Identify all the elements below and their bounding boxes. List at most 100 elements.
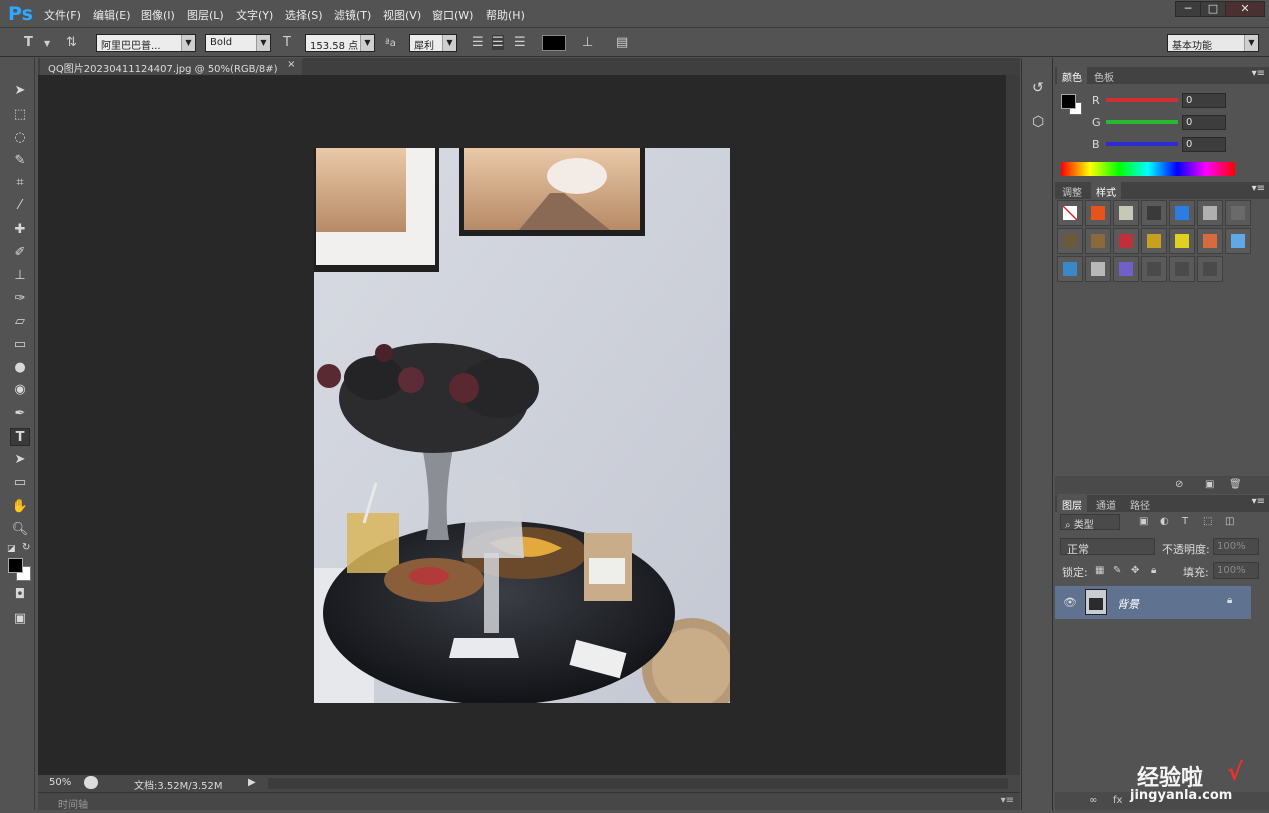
menu-type[interactable]: 文字(Y) <box>236 7 273 23</box>
menu-select[interactable]: 选择(S) <box>285 7 323 23</box>
crop-tool-icon[interactable]: ⌗ <box>10 174 30 192</box>
style-swatch[interactable] <box>1141 228 1167 254</box>
menu-view[interactable]: 视图(V) <box>383 7 421 23</box>
rectangle-tool-icon[interactable]: ▭ <box>10 474 30 492</box>
font-style-select[interactable]: Bold ▼ <box>205 34 271 52</box>
filter-type-icon[interactable]: T <box>1182 516 1188 527</box>
warp-text-icon[interactable]: ⊥ <box>582 35 593 50</box>
opacity-input[interactable]: 100% <box>1213 538 1259 555</box>
layer-row[interactable]: 👁︎ 背景 🔒︎ <box>1055 586 1251 619</box>
filter-smart-icon[interactable]: ◫ <box>1225 516 1234 527</box>
text-tool-preset-icon[interactable]: T <box>24 35 33 50</box>
properties-panel-icon[interactable]: ⬡ <box>1032 114 1044 130</box>
filter-adjust-icon[interactable]: ◐ <box>1160 516 1169 527</box>
text-orientation-icon[interactable]: ⇅ <box>66 35 77 50</box>
filter-pixel-icon[interactable]: ▣ <box>1139 516 1148 527</box>
lock-transparent-icon[interactable]: ▦ <box>1095 565 1104 576</box>
swap-colors-icon[interactable]: ↻ <box>22 542 30 553</box>
horizontal-scrollbar[interactable] <box>268 778 1008 789</box>
style-swatch[interactable] <box>1057 200 1083 226</box>
filter-shape-icon[interactable]: ⬚ <box>1203 516 1212 527</box>
color-spectrum-bar[interactable] <box>1061 162 1235 176</box>
antialias-select[interactable]: 犀利 ▼ <box>409 34 457 52</box>
link-layers-icon[interactable]: ∞ <box>1089 795 1097 806</box>
style-swatch[interactable] <box>1169 228 1195 254</box>
quick-mask-icon[interactable]: ◘ <box>10 586 30 604</box>
style-swatch[interactable] <box>1113 200 1139 226</box>
lock-all-icon[interactable]: 🔒︎ <box>1151 565 1156 576</box>
blend-mode-select[interactable]: 正常 <box>1060 538 1155 556</box>
marquee-tool-icon[interactable]: ⬚ <box>10 106 30 124</box>
timeline-menu-icon[interactable]: ▾≡ <box>1001 795 1014 806</box>
style-swatch[interactable] <box>1225 200 1251 226</box>
delete-style-icon[interactable]: 🗑︎ <box>1229 479 1242 490</box>
maximize-button[interactable]: □ <box>1200 1 1226 17</box>
style-swatch[interactable] <box>1141 256 1167 282</box>
align-left-icon[interactable]: ☰ <box>472 35 484 50</box>
screen-mode-icon[interactable]: ▣ <box>10 610 30 628</box>
lock-position-icon[interactable]: ✥ <box>1131 565 1139 576</box>
minimize-button[interactable]: ─ <box>1175 1 1201 17</box>
clear-style-icon[interactable]: ⊘ <box>1175 479 1183 490</box>
menu-help[interactable]: 帮助(H) <box>486 7 525 23</box>
history-panel-icon[interactable]: ↺ <box>1032 80 1044 96</box>
status-info-icon[interactable] <box>84 776 98 789</box>
healing-brush-tool-icon[interactable]: ✚ <box>10 221 30 239</box>
type-tool-icon[interactable]: T <box>10 428 30 446</box>
layer-name[interactable]: 背景 <box>1117 596 1139 612</box>
path-selection-tool-icon[interactable]: ➤ <box>10 451 30 469</box>
dodge-tool-icon[interactable]: ◉ <box>10 381 30 399</box>
align-right-icon[interactable]: ☰ <box>514 35 526 50</box>
style-swatch[interactable] <box>1085 256 1111 282</box>
brush-tool-icon[interactable]: ✐ <box>10 244 30 262</box>
new-style-icon[interactable]: ▣ <box>1205 479 1214 490</box>
zoom-tool-icon[interactable]: 🔍︎ <box>10 521 30 539</box>
foreground-color-swatch[interactable] <box>8 558 23 573</box>
menu-file[interactable]: 文件(F) <box>44 7 81 23</box>
pen-tool-icon[interactable]: ✒ <box>10 405 30 423</box>
document-tab[interactable]: QQ图片20230411124407.jpg @ 50%(RGB/8#) × <box>40 58 302 75</box>
eyedropper-tool-icon[interactable]: ⁄ <box>10 197 30 215</box>
tab-styles[interactable]: 样式 <box>1091 182 1121 199</box>
panel-menu-icon[interactable]: ▾≡ <box>1252 496 1265 507</box>
eraser-tool-icon[interactable]: ▱ <box>10 313 30 331</box>
text-color-swatch[interactable] <box>542 35 566 51</box>
style-swatch[interactable] <box>1225 228 1251 254</box>
panel-menu-icon[interactable]: ▾≡ <box>1252 183 1265 194</box>
channel-r-slider[interactable] <box>1106 98 1178 102</box>
tab-channels[interactable]: 通道 <box>1091 495 1121 512</box>
canvas-area[interactable] <box>38 75 1006 775</box>
style-swatch[interactable] <box>1197 228 1223 254</box>
font-size-select[interactable]: 153.58 点 ▼ <box>305 34 375 52</box>
lock-image-icon[interactable]: ✎ <box>1113 565 1121 576</box>
blur-tool-icon[interactable]: ● <box>10 359 30 377</box>
stamp-tool-icon[interactable]: ⊥ <box>10 267 30 285</box>
font-family-select[interactable]: 阿里巴巴普... ▼ <box>96 34 196 52</box>
style-swatch[interactable] <box>1169 200 1195 226</box>
visibility-eye-icon[interactable]: 👁︎ <box>1063 596 1077 609</box>
tab-swatches[interactable]: 色板 <box>1089 67 1119 84</box>
style-swatch[interactable] <box>1197 200 1223 226</box>
default-colors-icon[interactable]: ◪ <box>7 544 16 554</box>
style-swatch[interactable] <box>1169 256 1195 282</box>
channel-b-slider[interactable] <box>1106 142 1178 146</box>
style-swatch[interactable] <box>1057 256 1083 282</box>
style-swatch[interactable] <box>1085 200 1111 226</box>
close-tab-icon[interactable]: × <box>287 59 295 70</box>
lasso-tool-icon[interactable]: ◌ <box>10 129 30 147</box>
move-tool-icon[interactable]: ➤ <box>10 82 30 100</box>
tab-paths[interactable]: 路径 <box>1125 495 1155 512</box>
timeline-label[interactable]: 时间轴 <box>58 796 88 811</box>
menu-layer[interactable]: 图层(L) <box>187 7 224 23</box>
channel-g-slider[interactable] <box>1106 120 1178 124</box>
menu-window[interactable]: 窗口(W) <box>432 7 473 23</box>
style-swatch[interactable] <box>1113 256 1139 282</box>
menu-edit[interactable]: 编辑(E) <box>93 7 131 23</box>
gradient-tool-icon[interactable]: ▭ <box>10 336 30 354</box>
menu-filter[interactable]: 滤镜(T) <box>334 7 371 23</box>
fill-input[interactable]: 100% <box>1213 562 1259 579</box>
history-brush-tool-icon[interactable]: ✑ <box>10 290 30 308</box>
menu-image[interactable]: 图像(I) <box>141 7 175 23</box>
preset-dropdown-arrow-icon[interactable]: ▼ <box>44 39 50 48</box>
hand-tool-icon[interactable]: ✋ <box>10 498 30 516</box>
